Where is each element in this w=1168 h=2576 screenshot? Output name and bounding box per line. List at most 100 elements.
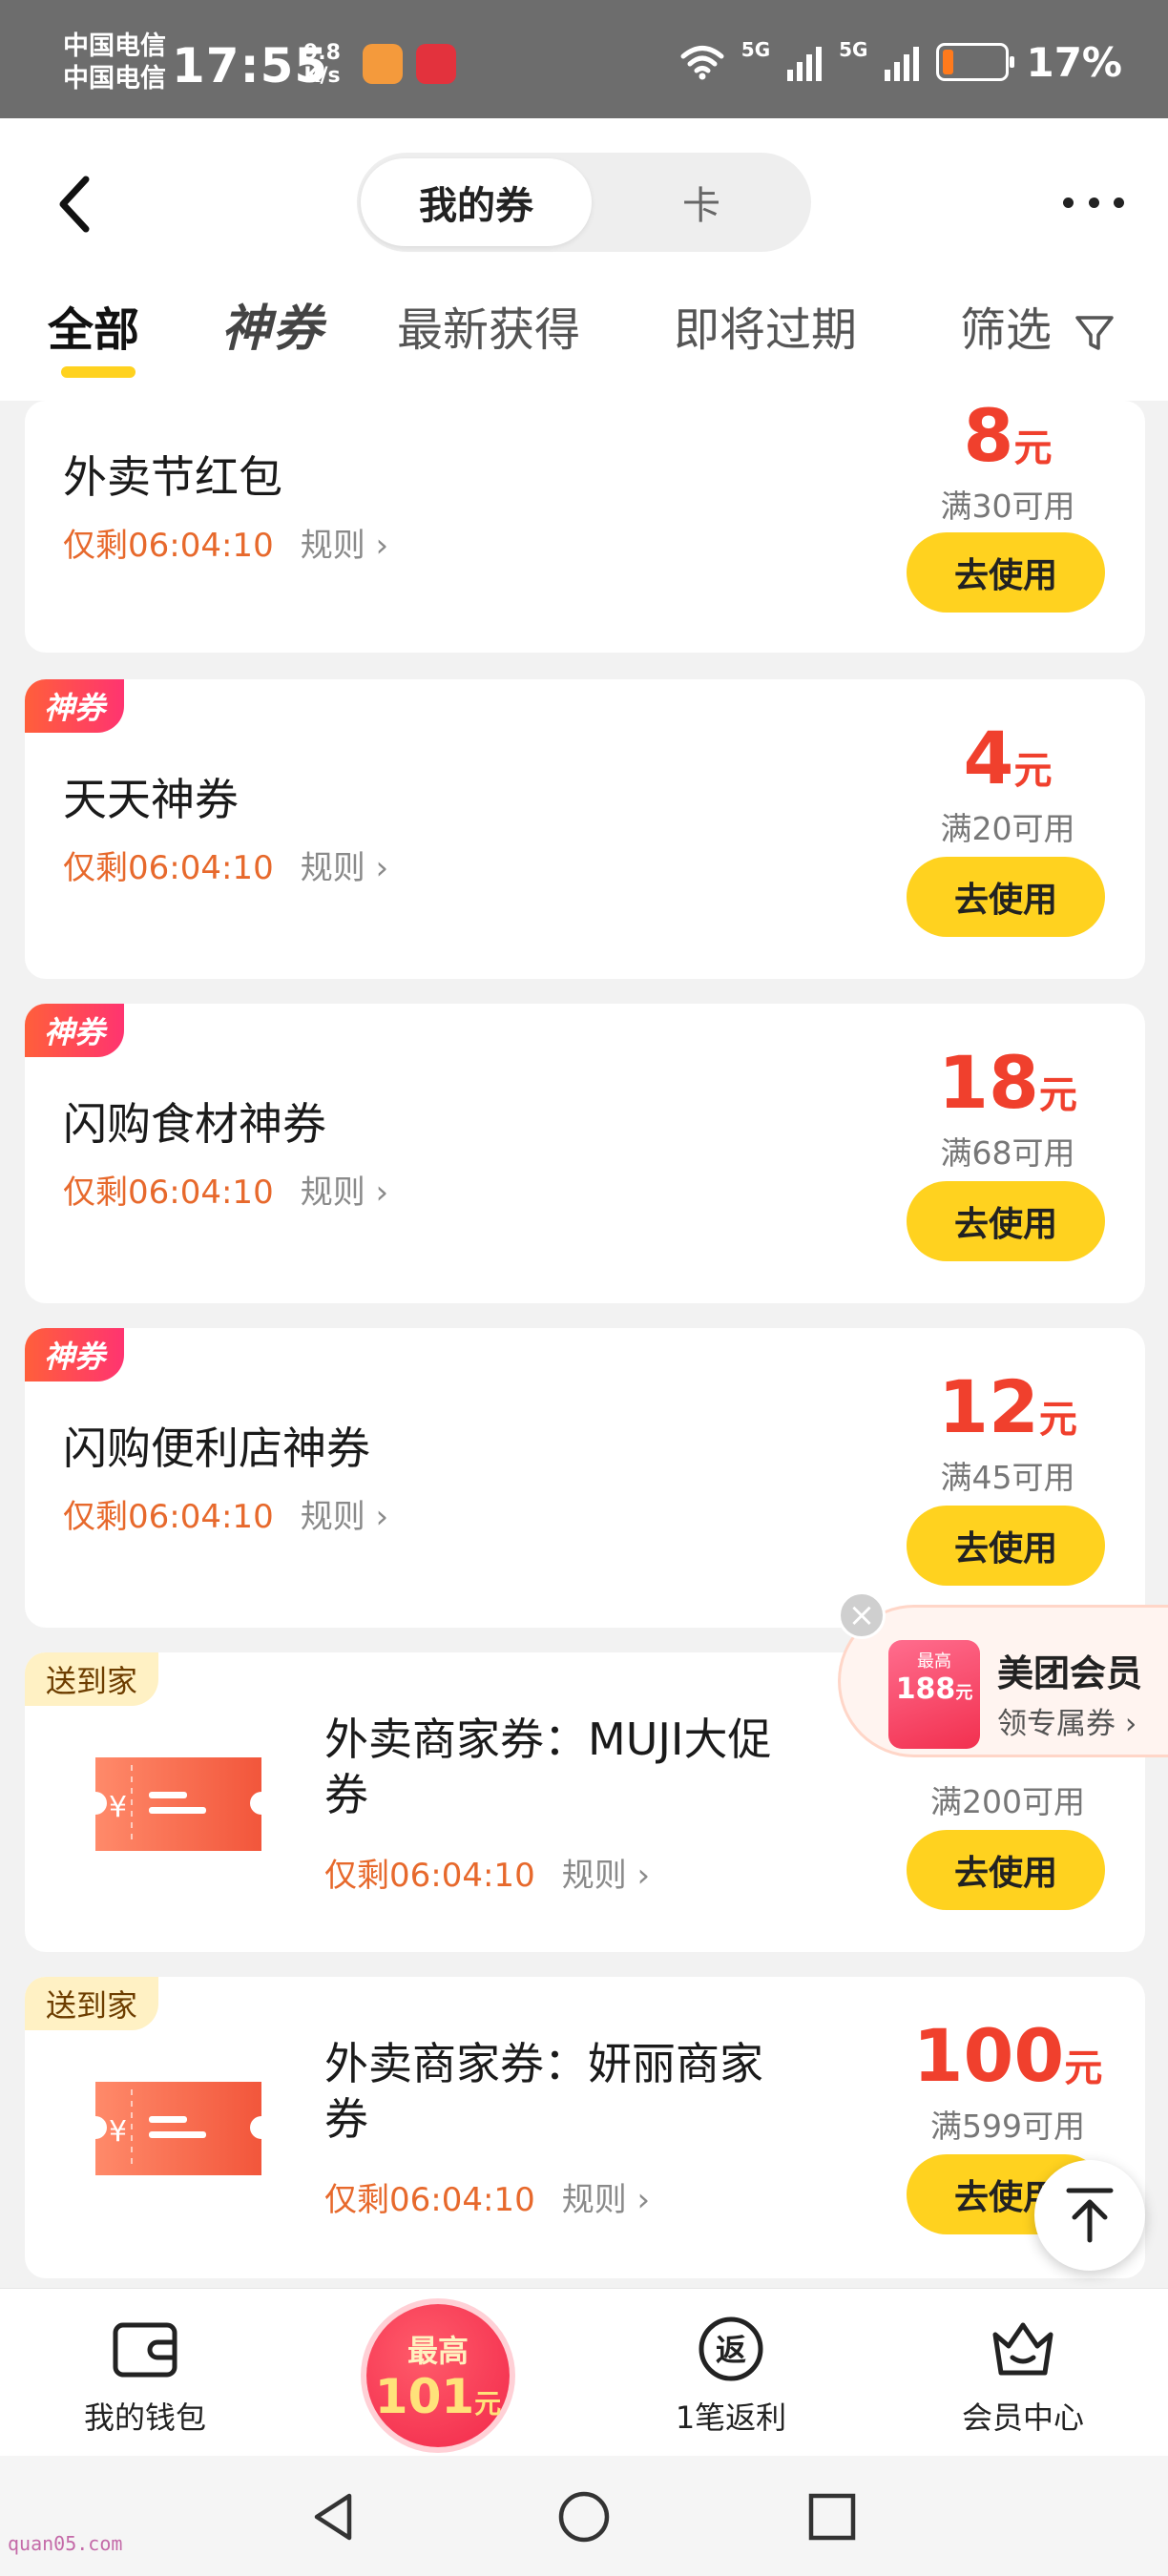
tab-god-coupon[interactable]: 神券	[221, 288, 324, 360]
delivery-home-tag: 送到家	[25, 1652, 159, 1706]
bottom-action-bar: 我的钱包 最高 101元 返 1笔返利 会员中心	[0, 2288, 1168, 2456]
rule-link[interactable]: 规则 ›	[301, 527, 388, 565]
coupon-tags: 神券 闪购	[25, 1004, 228, 1057]
segment-cards[interactable]: 卡	[595, 158, 807, 246]
svg-text:¥: ¥	[109, 2115, 127, 2149]
battery-level	[943, 50, 954, 74]
chevron-right-icon: ›	[375, 1498, 389, 1536]
coupon-ticket-icon: ¥	[95, 1757, 261, 1851]
carrier-1: 中国电信	[63, 31, 166, 61]
coupon-card[interactable]: 神券 天天神券 仅剩06:04:10 规则 › 4元 满20可用 去使用	[25, 679, 1145, 979]
delivery-home-tag: 送到家	[25, 1977, 159, 2030]
battery-percent: 17%	[1026, 38, 1122, 86]
god-coupon-tag: 神券	[25, 1328, 125, 1381]
wifi-icon	[680, 46, 724, 80]
tab-expiring[interactable]: 即将过期	[674, 292, 857, 359]
nav-back-icon[interactable]	[305, 2488, 363, 2545]
chevron-right-icon: ›	[1124, 1707, 1137, 1741]
battery-icon	[936, 43, 1015, 81]
rule-link[interactable]: 规则 ›	[301, 1174, 388, 1212]
chevron-right-icon: ›	[375, 849, 389, 887]
chevron-right-icon: ›	[636, 1857, 651, 1895]
status-indicators: 5G 5G 17%	[680, 38, 1122, 86]
coupon-timer: 仅剩06:04:10 规则 ›	[324, 2181, 651, 2219]
svg-text:¥: ¥	[109, 1791, 127, 1824]
wallet-icon	[113, 2322, 177, 2378]
rule-link[interactable]: 规则 ›	[562, 1857, 650, 1895]
tab-newest[interactable]: 最新获得	[397, 292, 580, 359]
rule-link[interactable]: 规则 ›	[562, 2181, 650, 2219]
carrier-labels: 中国电信 中国电信	[63, 31, 166, 95]
chevron-right-icon: ›	[375, 527, 389, 565]
max-rebate-badge[interactable]: 最高 101元	[366, 2304, 510, 2447]
use-coupon-button[interactable]: 去使用	[907, 1830, 1105, 1910]
coupon-timer: 仅剩06:04:10 规则 ›	[63, 1174, 389, 1212]
coupon-card[interactable]: 外卖节红包 仅剩06:04:10 规则 › 8元 满30可用 去使用	[25, 401, 1145, 653]
coupon-title: 闪购食材神券	[63, 1098, 326, 1150]
filter-label: 筛选	[960, 303, 1053, 357]
tab-filter[interactable]: 筛选	[960, 292, 1116, 359]
rule-link[interactable]: 规则 ›	[301, 1498, 388, 1536]
member-widget-card[interactable]: 最高 188元 美团会员 领专属券 ›	[838, 1605, 1168, 1757]
nav-home-icon[interactable]	[555, 2488, 613, 2545]
notification-app-icon	[363, 44, 403, 84]
coupon-condition: 满200可用	[930, 1783, 1085, 1820]
use-coupon-button[interactable]: 去使用	[907, 1506, 1105, 1586]
filter-funnel-icon	[1075, 316, 1115, 350]
coupon-timer: 仅剩06:04:10 规则 ›	[324, 1857, 651, 1895]
coupon-timer: 仅剩06:04:10 规则 ›	[63, 527, 389, 565]
tab-all[interactable]: 全部	[48, 292, 139, 359]
coupon-title: 闪购便利店神券	[63, 1423, 370, 1474]
coupon-card[interactable]: 送到家 ¥ 外卖商家券：妍丽商家券 仅剩06:04:10 规则 › 100元 满5…	[25, 1977, 1145, 2278]
nav-recents-icon[interactable]	[803, 2488, 861, 2545]
watermark: quan05.com	[8, 2532, 123, 2555]
coupon-title: 外卖商家券：妍丽商家券	[324, 2038, 763, 2145]
notification-app-icon-2	[416, 44, 456, 84]
coupon-amount: 18元	[938, 1040, 1077, 1125]
crown-icon	[992, 2322, 1053, 2376]
signal-icon-1	[787, 43, 823, 81]
top-header: 我的券 卡 全部 神券 最新获得 即将过期 筛选	[0, 118, 1168, 401]
rule-link[interactable]: 规则 ›	[301, 849, 388, 887]
member-coupon-badge: 最高 188元	[888, 1640, 980, 1749]
coupon-title: 天天神券	[63, 774, 239, 825]
use-coupon-button[interactable]: 去使用	[907, 532, 1105, 613]
coupon-condition: 满45可用	[940, 1459, 1075, 1496]
coupon-condition: 满68可用	[940, 1134, 1075, 1172]
rebate-button[interactable]: 返 1笔返利	[636, 2289, 826, 2438]
coupon-condition: 满30可用	[940, 488, 1075, 525]
use-coupon-button[interactable]: 去使用	[907, 1181, 1105, 1261]
chevron-right-icon: ›	[375, 1174, 389, 1212]
coupon-condition: 满599可用	[930, 2108, 1085, 2145]
tab-active-indicator	[61, 366, 136, 378]
coupon-title: 外卖节红包	[63, 451, 282, 503]
network-type-1: 5G	[740, 38, 771, 61]
wallet-button[interactable]: 我的钱包	[50, 2289, 240, 2438]
coupon-tags: 送到家	[25, 1977, 159, 2030]
member-floating-widget[interactable]: 最高 188元 美团会员 领专属券 › ×	[838, 1591, 1168, 1757]
coupon-condition: 满20可用	[940, 810, 1075, 847]
coupon-card[interactable]: 神券 闪购 闪购食材神券 仅剩06:04:10 规则 › 18元 满68可用 去使…	[25, 1004, 1145, 1303]
svg-text:返: 返	[716, 2332, 746, 2368]
use-coupon-button[interactable]: 去使用	[907, 857, 1105, 937]
coupon-timer: 仅剩06:04:10 规则 ›	[63, 849, 389, 887]
coupon-tags: 神券 闪购	[25, 1328, 228, 1381]
back-to-top-icon	[1066, 2188, 1114, 2243]
back-arrow-icon[interactable]	[48, 166, 105, 242]
member-center-button[interactable]: 会员中心	[928, 2289, 1118, 2438]
god-coupon-tag: 神券	[25, 679, 125, 733]
carrier-2: 中国电信	[63, 64, 166, 93]
coupon-card[interactable]: 神券 闪购 闪购便利店神券 仅剩06:04:10 规则 › 12元 满45可用 去…	[25, 1328, 1145, 1628]
more-dots-icon[interactable]	[1063, 183, 1124, 221]
god-coupon-tag: 神券	[25, 1004, 125, 1057]
signal-icon-2	[885, 43, 920, 81]
back-to-top-button[interactable]	[1034, 2160, 1145, 2271]
coupon-amount: 4元	[963, 716, 1053, 800]
segment-my-coupons[interactable]: 我的券	[361, 158, 592, 246]
coupon-timer: 仅剩06:04:10 规则 ›	[63, 1498, 389, 1536]
segment-control: 我的券 卡	[357, 153, 811, 252]
member-widget-title: 美团会员	[997, 1652, 1143, 1694]
close-icon[interactable]: ×	[838, 1591, 886, 1639]
chevron-right-icon: ›	[636, 2181, 651, 2219]
network-type-2: 5G	[839, 38, 868, 61]
